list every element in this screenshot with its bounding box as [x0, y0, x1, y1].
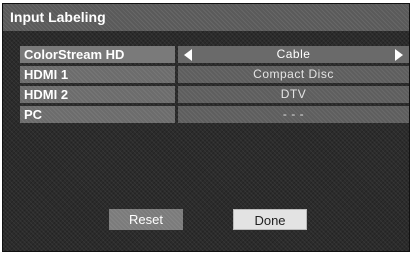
input-label-value[interactable]: Compact Disc [178, 66, 409, 83]
done-button[interactable]: Done [233, 209, 307, 230]
input-row-hdmi-2[interactable]: HDMI 2 DTV [20, 86, 409, 103]
input-row-colorstream-hd[interactable]: ColorStream HD Cable [20, 46, 409, 63]
reset-button[interactable]: Reset [109, 209, 183, 230]
input-label-selector[interactable]: Cable [178, 46, 409, 63]
title-bar: Input Labeling [3, 4, 409, 31]
input-label-value[interactable]: DTV [178, 86, 409, 103]
input-name: ColorStream HD [20, 46, 175, 63]
left-arrow-icon[interactable] [184, 49, 192, 61]
input-row-hdmi-1[interactable]: HDMI 1 Compact Disc [20, 66, 409, 83]
right-arrow-icon[interactable] [395, 49, 403, 61]
input-label-value: Cable [276, 47, 311, 61]
input-name: HDMI 1 [20, 66, 175, 83]
input-label-value[interactable]: - - - [178, 106, 409, 123]
input-row-pc[interactable]: PC - - - [20, 106, 409, 123]
input-name: HDMI 2 [20, 86, 175, 103]
input-name: PC [20, 106, 175, 123]
screen-title: Input Labeling [10, 9, 106, 25]
input-labeling-screen: Input Labeling ColorStream HD Cable HDMI… [2, 3, 410, 252]
